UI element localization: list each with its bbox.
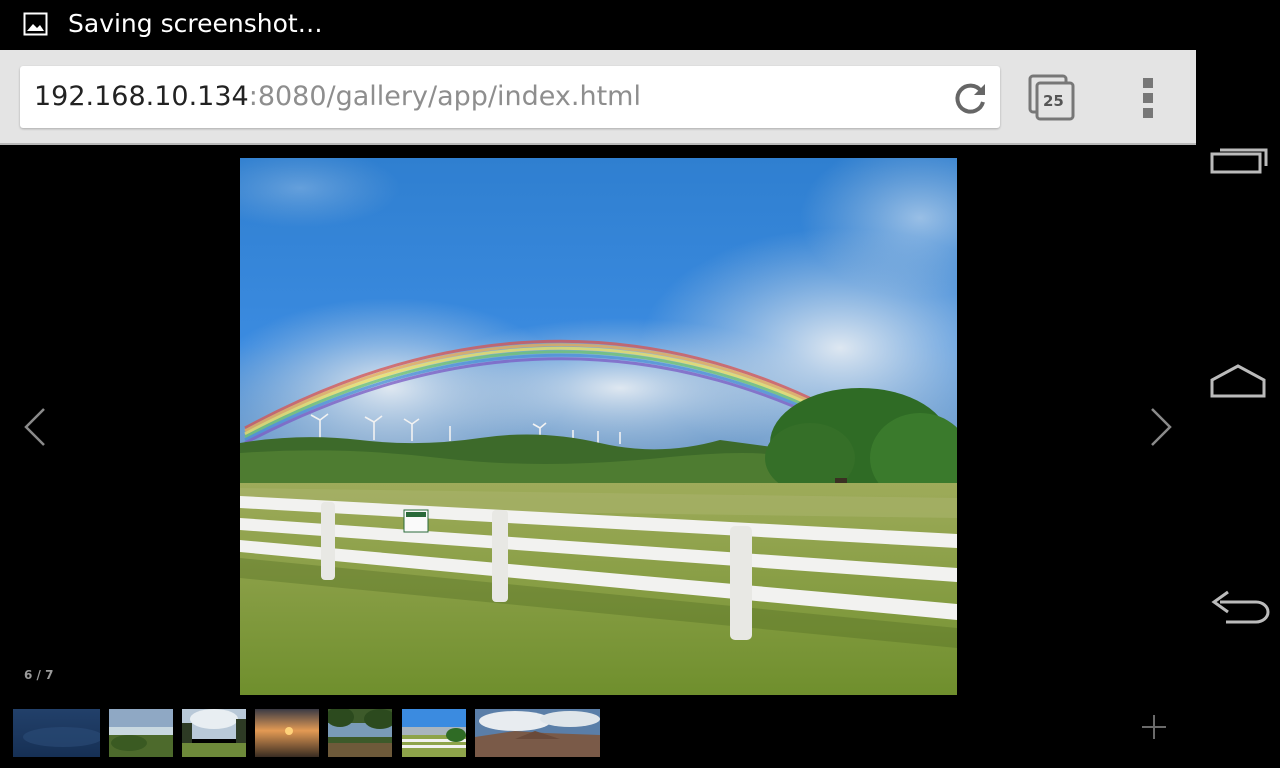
thumbnail-4[interactable]: [255, 709, 319, 757]
thumbnail-3[interactable]: [182, 709, 246, 757]
status-bar: Saving screenshot…: [0, 0, 1196, 50]
chevron-left-icon[interactable]: [20, 405, 50, 449]
url-path: :8080/gallery/app/index.html: [248, 81, 641, 112]
url-text[interactable]: 192.168.10.134:8080/gallery/app/index.ht…: [34, 80, 641, 114]
url-host: 192.168.10.134: [34, 81, 249, 112]
reload-icon[interactable]: [950, 78, 990, 118]
main-photo[interactable]: [240, 158, 957, 695]
back-icon[interactable]: [1206, 582, 1270, 632]
home-icon[interactable]: [1206, 358, 1270, 408]
status-notification-text: Saving screenshot…: [68, 9, 323, 38]
rainbow-landscape-image: [240, 158, 957, 695]
browser-toolbar: 192.168.10.134:8080/gallery/app/index.ht…: [0, 50, 1196, 145]
chevron-right-icon[interactable]: [1146, 405, 1176, 449]
image-counter: 6 / 7: [24, 668, 54, 682]
thumbnail-2[interactable]: [109, 709, 173, 757]
thumbnail-1[interactable]: [13, 709, 100, 757]
thumbnail-7[interactable]: [475, 709, 600, 757]
tab-count: 25: [1043, 92, 1064, 110]
plus-icon[interactable]: [1140, 713, 1168, 741]
thumbnail-6-selected[interactable]: [402, 709, 466, 757]
system-nav-bar: [1196, 0, 1280, 768]
image-icon: [23, 12, 48, 36]
recent-apps-icon[interactable]: [1206, 138, 1270, 188]
overflow-menu-icon[interactable]: [1138, 76, 1158, 120]
address-bar[interactable]: 192.168.10.134:8080/gallery/app/index.ht…: [20, 66, 1000, 128]
thumbnail-5[interactable]: [328, 709, 392, 757]
